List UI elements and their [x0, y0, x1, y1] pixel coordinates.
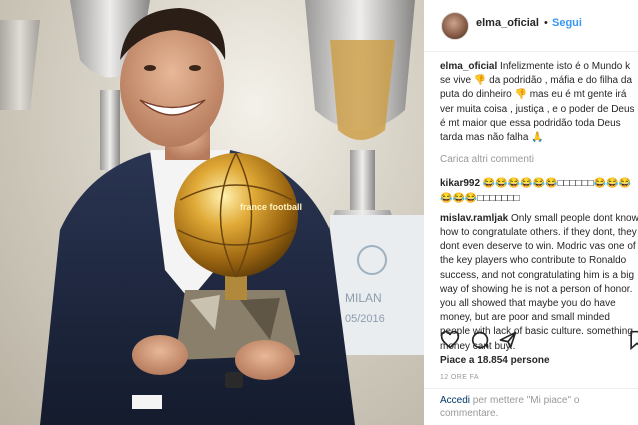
caption-text: Infelizmente isto é o Mundo k se vive 👎 …	[440, 61, 635, 144]
avatar[interactable]	[441, 12, 469, 40]
caption-username[interactable]: elma_oficial	[440, 61, 497, 72]
caption: elma_oficial Infelizmente isto é o Mundo…	[440, 60, 638, 145]
watch	[225, 372, 243, 388]
photo-illustration: MILAN 05/2016 france football	[0, 0, 424, 425]
share-icon[interactable]	[498, 330, 518, 350]
comment-username[interactable]: mislav.ramljak	[440, 213, 508, 224]
banner-text-1: MILAN	[345, 291, 382, 305]
sponsor-banner	[330, 215, 424, 355]
comment-icon[interactable]	[470, 330, 490, 350]
hand-right	[235, 340, 295, 380]
header-username[interactable]: elma_oficial	[476, 17, 539, 29]
hand-left	[132, 335, 188, 375]
post-photo[interactable]: MILAN 05/2016 france football	[0, 0, 424, 425]
golden-ball	[174, 153, 298, 277]
heart-icon[interactable]	[440, 330, 460, 350]
trophy-text: france football	[240, 202, 302, 212]
action-bar	[440, 330, 638, 352]
likes-count[interactable]: Piace a 18.854 persone	[440, 355, 550, 366]
post-side-panel: elma_oficial • Segui elma_oficial Infeli…	[424, 0, 638, 425]
login-link[interactable]: Accedi	[440, 395, 470, 406]
bookmark-icon[interactable]	[628, 330, 638, 350]
banner-text-2: 05/2016	[345, 313, 385, 325]
comments-list: elma_oficial Infelizmente isto é o Mundo…	[440, 60, 638, 360]
comment-username[interactable]: kikar992	[440, 178, 480, 189]
header-separator: •	[544, 17, 548, 29]
divider	[424, 388, 638, 389]
follow-button[interactable]: Segui	[552, 17, 582, 29]
load-more-comments[interactable]: Carica altri commenti	[440, 153, 638, 167]
login-prompt: Accedi per mettere "Mi piace" o commenta…	[440, 394, 630, 420]
comment-item: kikar992 😂😂😂😂😂😂□□□□□□😂😂😂😂😂😂□□□□□□□	[440, 177, 638, 205]
post-header: elma_oficial • Segui	[424, 0, 638, 52]
post-timestamp[interactable]: 12 ORE FA	[440, 374, 479, 381]
